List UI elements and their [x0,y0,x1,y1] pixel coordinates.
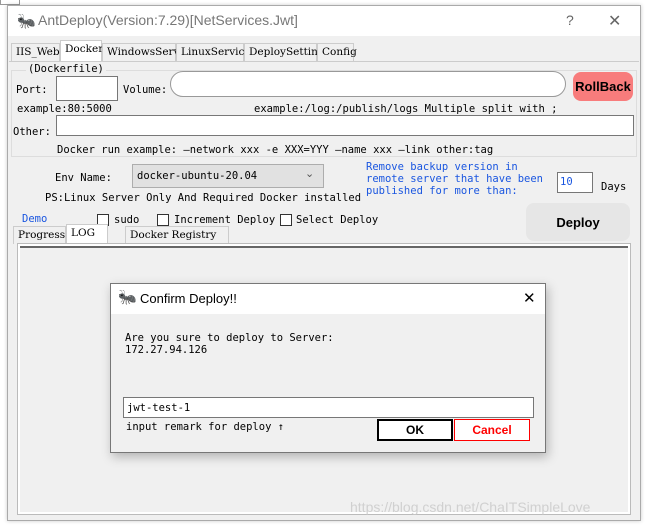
tab-progress[interactable]: Progress [13,226,66,244]
ant-icon: 🐜 [118,288,137,306]
select-deploy-checkbox[interactable] [280,214,292,226]
dialog-server: 172.27.94.126 [125,344,208,356]
tab-config[interactable]: Config [317,43,357,61]
tab-divider [9,61,639,62]
other-input[interactable] [56,115,634,136]
chevron-down-icon: ⌄ [305,167,315,180]
docker-run-example: Docker run example: —network xxx -e XXX=… [57,144,494,156]
tab-windowsservice[interactable]: WindowsService [102,43,195,61]
confirm-deploy-dialog: 🐜 Confirm Deploy!! ✕ Are you sure to dep… [110,283,546,453]
backup-days-input[interactable]: 10 [557,172,593,193]
tab-iis-web[interactable]: IIS_Web [11,43,60,61]
env-name-label: Env Name: [55,172,112,184]
title-bar: 🐜 AntDeploy(Version:7.29)[NetServices.Jw… [8,6,640,36]
ok-button[interactable]: OK [377,419,453,441]
sudo-label: sudo [114,214,140,226]
volume-label: Volume: [123,84,168,96]
demo-link[interactable]: Demo [22,213,47,225]
dialog-title: Confirm Deploy!! [140,291,237,306]
backup-text-3: published for more than: [366,185,518,197]
tab-docker[interactable]: Docker [60,40,103,61]
remark-input[interactable]: jwt-test-1 [123,397,534,418]
env-note: PS:Linux Server Only And Required Docker… [45,192,362,204]
port-label: Port: [16,84,48,96]
tab-deploysetting[interactable]: DeploySetting [244,43,325,61]
tab-linuxservice[interactable]: LinuxService [176,43,251,61]
backup-text-2: remote server that have been [366,173,544,185]
window-title: AntDeploy(Version:7.29)[NetServices.Jwt] [38,12,298,28]
help-button[interactable]: ? [566,12,574,28]
dialog-title-bar: 🐜 Confirm Deploy!! ✕ [111,284,545,314]
dockerfile-group-label: (Dockerfile) [26,63,106,75]
app-ant-icon: 🐜 [17,12,36,30]
deploy-button[interactable]: Deploy [526,203,630,241]
days-label: Days [601,181,627,193]
volume-input[interactable] [170,71,566,97]
port-example: example:80:5000 [17,103,112,115]
env-name-select[interactable]: docker-ubuntu-20.04 ⌄ [132,164,324,188]
log-panel-border [20,246,628,248]
remark-value: jwt-test-1 [127,402,191,414]
tab-log[interactable]: LOG [66,224,108,244]
select-deploy-label: Select Deploy [296,214,379,226]
tab-docker-registry[interactable]: Docker Registry [125,226,229,244]
watermark: https://blog.csdn.net/ChaITSimpleLove [350,499,591,515]
remark-hint: input remark for deploy ↑ [126,421,285,433]
increment-deploy-label: Increment Deploy [174,214,276,226]
dialog-message: Are you sure to deploy to Server: [125,332,334,344]
increment-deploy-checkbox[interactable] [157,214,169,226]
cancel-button[interactable]: Cancel [454,419,530,441]
backup-text-1: Remove backup version in [366,161,518,173]
env-name-selected: docker-ubuntu-20.04 [137,170,258,182]
other-label: Other: [13,126,51,138]
port-input[interactable] [56,76,118,101]
dialog-close-button[interactable]: ✕ [523,289,536,307]
close-button[interactable]: ✕ [608,11,621,31]
rollback-button[interactable]: RollBack [573,72,633,101]
volume-example: example:/log:/publish/logs Multiple spli… [254,103,558,115]
